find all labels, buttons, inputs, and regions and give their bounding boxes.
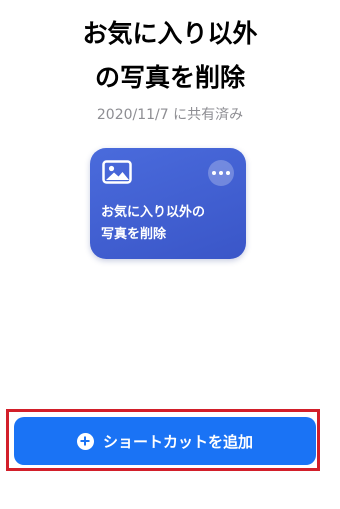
more-options-icon[interactable] <box>208 160 234 186</box>
page-title-line-1: お気に入り以外 <box>82 19 258 48</box>
shortcut-card-title-line-1: お気に入り以外の <box>101 205 206 220</box>
shared-date-label: 2020/11/7 に共有済み <box>96 107 244 123</box>
plus-circle-icon <box>76 432 94 450</box>
add-shortcut-label: ショートカットを追加 <box>102 432 253 451</box>
photo-icon <box>102 160 132 184</box>
shortcut-card-title-line-2: 写真を削除 <box>101 227 167 242</box>
shortcut-card[interactable]: お気に入り以外の 写真を削除 <box>90 148 246 259</box>
page-title: お気に入り以外 の写真を削除 <box>0 12 340 100</box>
shortcut-card-title: お気に入り以外の 写真を削除 <box>101 202 241 246</box>
page-title-line-2: の写真を削除 <box>94 63 245 92</box>
add-shortcut-button[interactable]: ショートカットを追加 <box>14 417 316 465</box>
